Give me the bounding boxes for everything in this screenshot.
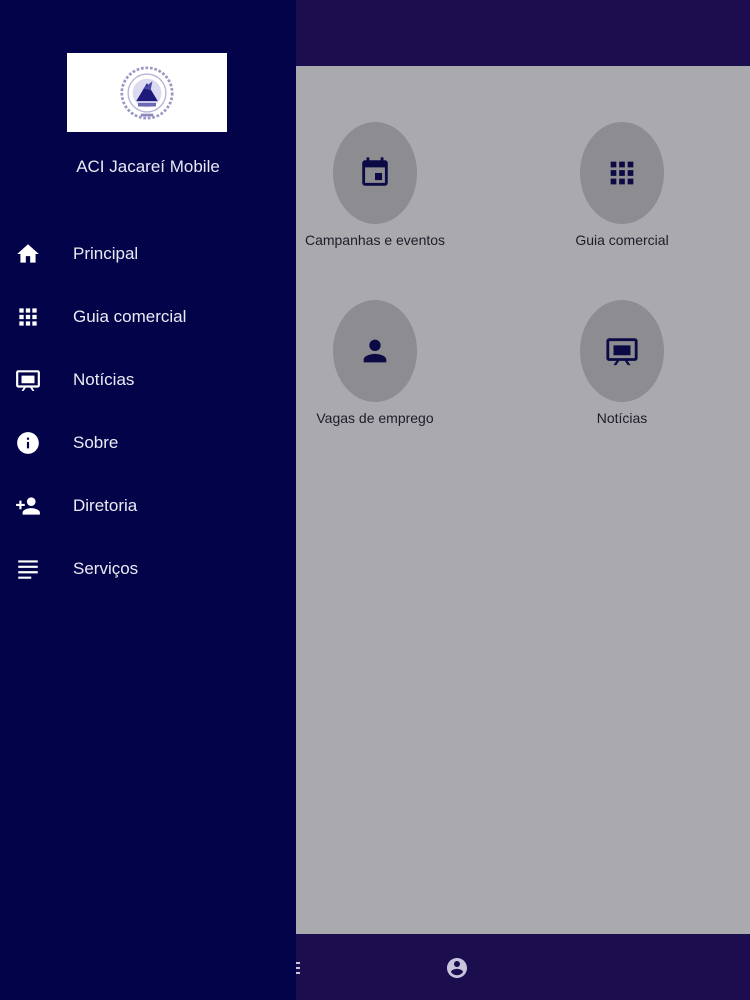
tile-circle bbox=[580, 300, 664, 402]
info-icon bbox=[17, 431, 39, 454]
drawer-item-sobre[interactable]: Sobre bbox=[0, 411, 296, 474]
drawer-item-guia-comercial[interactable]: Guia comercial bbox=[0, 285, 296, 348]
tile-circle bbox=[333, 122, 417, 224]
apps-grid-icon bbox=[610, 161, 634, 185]
tile-label: Campanhas e eventos bbox=[304, 232, 446, 248]
calendar-icon bbox=[362, 157, 388, 186]
apps-grid-icon bbox=[19, 307, 37, 326]
tile-label: Notícias bbox=[596, 410, 648, 426]
account-circle-icon[interactable] bbox=[445, 956, 469, 980]
tile-circle bbox=[580, 122, 664, 224]
drawer-item-label: Diretoria bbox=[73, 495, 138, 515]
list-icon bbox=[18, 559, 38, 579]
association-seal-logo bbox=[120, 65, 174, 120]
tile-circle bbox=[333, 300, 417, 402]
drawer-item-principal[interactable]: Principal bbox=[0, 222, 296, 285]
drawer-item-label: Sobre bbox=[73, 432, 119, 452]
app-name: ACI Jacareí Mobile bbox=[76, 157, 220, 176]
navigation-drawer: ACI Jacareí Mobile Principal Guia comerc… bbox=[0, 0, 296, 1000]
drawer-item-noticias[interactable]: Notícias bbox=[0, 348, 296, 411]
tile-label: Vagas de emprego bbox=[316, 410, 434, 426]
easel-icon bbox=[606, 338, 638, 366]
drawer-item-label: Notícias bbox=[73, 369, 135, 389]
drawer-item-servicos[interactable]: Serviços bbox=[0, 537, 296, 600]
person-icon bbox=[363, 339, 387, 363]
tile-campanhas[interactable]: Campanhas e eventos bbox=[285, 122, 465, 248]
drawer-item-label: Guia comercial bbox=[73, 306, 187, 326]
drawer-item-diretoria[interactable]: Diretoria bbox=[0, 474, 296, 537]
home-icon bbox=[17, 243, 39, 263]
drawer-item-label: Principal bbox=[73, 243, 139, 263]
drawer-menu: Principal Guia comercial Notícias Sobre … bbox=[0, 222, 296, 600]
tile-noticias[interactable]: Notícias bbox=[532, 300, 712, 426]
easel-icon bbox=[16, 369, 40, 391]
person-add-icon bbox=[16, 496, 40, 515]
drawer-item-label: Serviços bbox=[73, 558, 139, 578]
tile-guia-comercial[interactable]: Guia comercial bbox=[532, 122, 712, 248]
tile-label: Guia comercial bbox=[575, 232, 669, 248]
tile-vagas[interactable]: Vagas de emprego bbox=[285, 300, 465, 426]
app-logo bbox=[67, 53, 227, 132]
